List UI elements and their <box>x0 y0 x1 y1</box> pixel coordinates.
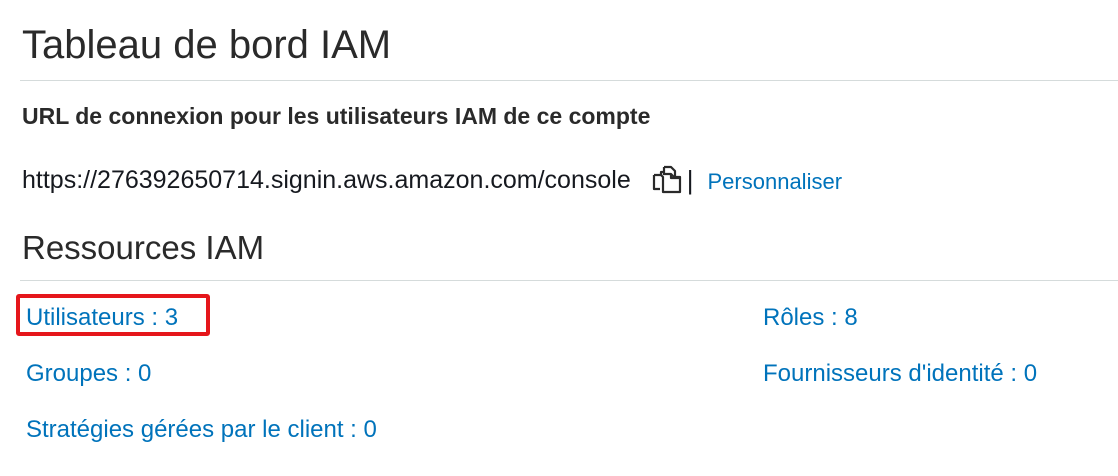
copy-icon[interactable] <box>649 164 685 196</box>
users-link[interactable]: Utilisateurs : 3 <box>26 302 178 334</box>
signin-url-heading: URL de connexion pour les utilisateurs I… <box>22 103 651 129</box>
customize-link[interactable]: Personnaliser <box>708 169 843 195</box>
resources-section-title: Ressources IAM <box>22 229 265 266</box>
resources-divider <box>20 280 1118 281</box>
groups-link[interactable]: Groupes : 0 <box>26 358 151 390</box>
signin-url-row: https://276392650714.signin.aws.amazon.c… <box>22 160 842 200</box>
roles-link[interactable]: Rôles : 8 <box>763 302 858 334</box>
identity-providers-link[interactable]: Fournisseurs d'identité : 0 <box>763 358 1037 390</box>
page-title: Tableau de bord IAM <box>22 23 392 67</box>
customer-managed-policies-link[interactable]: Stratégies gérées par le client : 0 <box>26 414 377 446</box>
title-divider <box>20 80 1118 81</box>
link-separator: | <box>686 164 694 195</box>
signin-url[interactable]: https://276392650714.signin.aws.amazon.c… <box>22 166 631 195</box>
